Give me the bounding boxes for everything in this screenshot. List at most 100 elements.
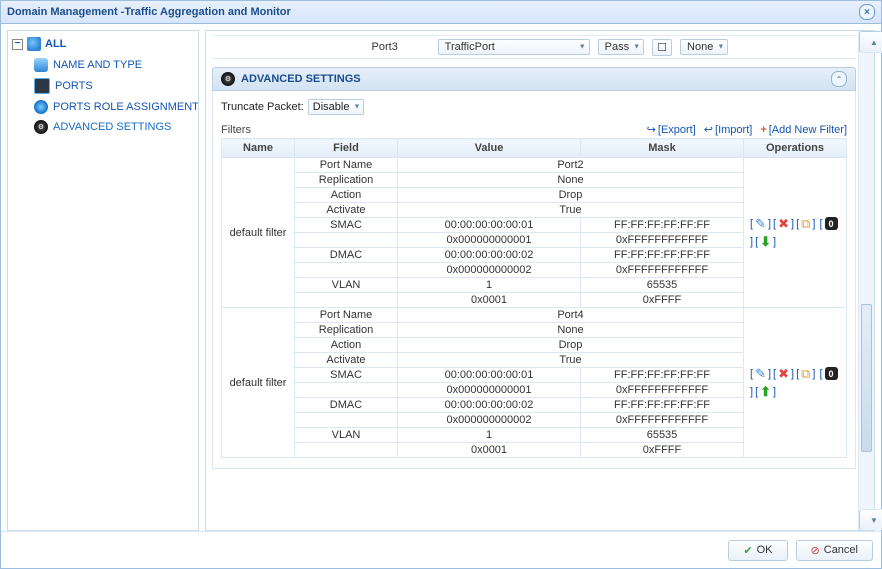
field-cell: Action: [295, 188, 398, 203]
mask-cell: 65535: [581, 428, 744, 443]
tree-root[interactable]: − ALL: [12, 37, 194, 51]
field-cell: Activate: [295, 203, 398, 218]
field-cell: [295, 443, 398, 458]
advanced-panel-title: ADVANCED SETTINGS: [241, 73, 361, 85]
field-cell: Activate: [295, 353, 398, 368]
truncate-label: Truncate Packet:: [221, 101, 304, 113]
value-cell: True: [398, 203, 744, 218]
plus-icon: +: [760, 124, 766, 136]
sidebar-item-role-assignments[interactable]: PORTS ROLE ASSIGNMENTS: [32, 97, 194, 117]
collapse-icon[interactable]: ⌃: [831, 71, 847, 87]
scroll-thumb[interactable]: [861, 304, 872, 452]
all-icon: [27, 37, 41, 51]
chevron-down-icon: ▼: [354, 104, 361, 111]
value-cell: None: [398, 173, 744, 188]
field-cell: VLAN: [295, 278, 398, 293]
tree-collapse-icon[interactable]: −: [12, 39, 23, 50]
mask-cell: 0xFFFF: [581, 293, 744, 308]
advanced-panel-header: ⚙ ADVANCED SETTINGS ⌃: [212, 67, 856, 91]
field-cell: Port Name: [295, 158, 398, 173]
field-cell: DMAC: [295, 398, 398, 413]
move-down-icon[interactable]: ⬇: [760, 234, 771, 250]
peek-traffic-dropdown[interactable]: TrafficPort▼: [438, 39, 590, 55]
field-cell: [295, 233, 398, 248]
edit-icon[interactable]: ✎: [755, 216, 766, 232]
value-cell: True: [398, 353, 744, 368]
sidebar-item-name-and-type[interactable]: NAME AND TYPE: [32, 55, 194, 75]
sidebar-item-label: ADVANCED SETTINGS: [53, 121, 171, 133]
table-row: default filterPort NamePort4[✎][✖][⧉][0]…: [222, 308, 847, 323]
filter-name-cell: default filter: [222, 158, 295, 308]
window-title: Domain Management -Traffic Aggregation a…: [7, 6, 291, 18]
sidebar-item-label: PORTS ROLE ASSIGNMENTS: [53, 101, 199, 113]
field-cell: SMAC: [295, 368, 398, 383]
move-up-icon[interactable]: ⬆: [760, 384, 771, 400]
tree-children: NAME AND TYPE PORTS PORTS ROLE ASSIGNMEN…: [32, 55, 194, 137]
value-cell: 00:00:00:00:00:02: [398, 398, 581, 413]
value-cell: 1: [398, 428, 581, 443]
field-cell: Replication: [295, 173, 398, 188]
import-link[interactable]: ↩[Import]: [704, 123, 753, 136]
value-cell: None: [398, 323, 744, 338]
mask-cell: 0xFFFFFFFFFFFF: [581, 383, 744, 398]
database-icon: [34, 58, 48, 72]
peek-none-dropdown[interactable]: None▼: [680, 39, 728, 55]
vertical-scrollbar[interactable]: ▲ ▼: [858, 31, 874, 530]
add-filter-link[interactable]: +[Add New Filter]: [760, 124, 847, 136]
col-ops: Operations: [744, 139, 847, 158]
delete-icon[interactable]: ✖: [778, 366, 789, 382]
value-cell: 1: [398, 278, 581, 293]
truncate-select[interactable]: Disable ▼: [308, 99, 365, 115]
reset-icon[interactable]: 0: [825, 367, 838, 380]
field-cell: [295, 413, 398, 428]
field-cell: Replication: [295, 323, 398, 338]
field-cell: Action: [295, 338, 398, 353]
operations-cell: [✎][✖][⧉][0][⬇]: [744, 158, 847, 308]
reset-icon[interactable]: 0: [825, 217, 838, 230]
sidebar-item-advanced-settings[interactable]: ⚙ ADVANCED SETTINGS: [32, 117, 194, 137]
edit-icon[interactable]: ✎: [755, 366, 766, 382]
export-link[interactable]: ↪[Export]: [647, 123, 696, 136]
cancel-button[interactable]: Cancel: [796, 540, 873, 561]
value-cell: Drop: [398, 338, 744, 353]
delete-icon[interactable]: ✖: [778, 216, 789, 232]
scroll-down-icon[interactable]: ▼: [859, 509, 882, 530]
mask-cell: 0xFFFFFFFFFFFF: [581, 233, 744, 248]
col-name: Name: [222, 139, 295, 158]
col-value: Value: [398, 139, 581, 158]
field-cell: Port Name: [295, 308, 398, 323]
chevron-down-icon: ▼: [717, 44, 724, 51]
value-cell: 00:00:00:00:00:02: [398, 248, 581, 263]
dialog-window: Domain Management -Traffic Aggregation a…: [0, 0, 882, 569]
scroll-up-icon[interactable]: ▲: [859, 31, 882, 53]
sidebar-item-ports[interactable]: PORTS: [32, 75, 194, 97]
value-cell: Port4: [398, 308, 744, 323]
prev-panel-peek: Port3 TrafficPort▼ Pass▼ ☐ None▼: [212, 35, 856, 59]
scroll-track[interactable]: [859, 53, 874, 509]
ports-icon: [34, 78, 50, 94]
sidebar-item-label: NAME AND TYPE: [53, 59, 142, 71]
filters-table: Name Field Value Mask Operations default…: [221, 138, 847, 458]
advanced-icon: ⚙: [221, 72, 235, 86]
dialog-footer: OK Cancel: [1, 531, 881, 568]
value-cell: 0x000000000002: [398, 413, 581, 428]
close-icon[interactable]: ×: [859, 4, 875, 20]
copy-icon[interactable]: ⧉: [801, 216, 810, 232]
sidebar-item-label: PORTS: [55, 80, 93, 92]
ok-button[interactable]: OK: [728, 540, 787, 561]
col-mask: Mask: [581, 139, 744, 158]
advanced-panel-body: Truncate Packet: Disable ▼ Filters ↪[Exp…: [212, 91, 856, 469]
peek-pass-dropdown[interactable]: Pass▼: [598, 39, 644, 55]
mask-cell: FF:FF:FF:FF:FF:FF: [581, 218, 744, 233]
filters-header-row: Name Field Value Mask Operations: [222, 139, 847, 158]
gear-icon: [34, 100, 48, 114]
mask-cell: 0xFFFFFFFFFFFF: [581, 263, 744, 278]
mask-cell: FF:FF:FF:FF:FF:FF: [581, 368, 744, 383]
titlebar: Domain Management -Traffic Aggregation a…: [1, 1, 881, 24]
copy-icon[interactable]: ⧉: [801, 366, 810, 382]
peek-extra-button[interactable]: ☐: [652, 39, 672, 56]
field-cell: VLAN: [295, 428, 398, 443]
peek-port-label: Port3: [340, 41, 430, 53]
filters-title: Filters: [221, 124, 251, 136]
dialog-body: − ALL NAME AND TYPE PORTS PORTS ROLE ASS…: [1, 24, 881, 531]
